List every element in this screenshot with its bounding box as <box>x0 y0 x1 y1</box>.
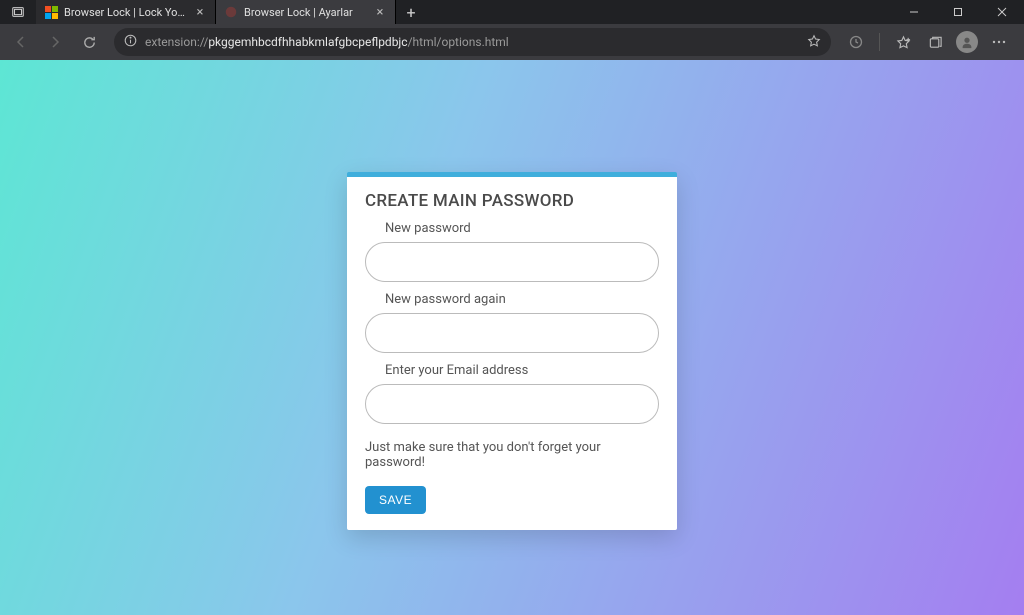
new-tab-button[interactable]: + <box>396 0 426 24</box>
window-controls <box>892 0 1024 24</box>
toolbar-right-icons <box>841 27 1018 57</box>
nav-forward-button[interactable] <box>40 27 70 57</box>
tab-close-icon[interactable]: × <box>373 5 387 19</box>
page-viewport: CREATE MAIN PASSWORD New password New pa… <box>0 60 1024 615</box>
new-password-again-input[interactable] <box>365 313 659 353</box>
card-heading: CREATE MAIN PASSWORD <box>365 191 659 211</box>
favorites-star-icon[interactable] <box>807 34 821 51</box>
collections-button[interactable] <box>920 27 950 57</box>
site-info-icon[interactable] <box>124 34 137 50</box>
email-input[interactable] <box>365 384 659 424</box>
browser-titlebar: Browser Lock | Lock Your Browse × Browse… <box>0 0 1024 24</box>
save-button[interactable]: SAVE <box>365 486 426 514</box>
url-text: extension://pkggemhbcdfhhabkmlafgbcpeflp… <box>145 35 799 49</box>
browser-tab-1[interactable]: Browser Lock | Ayarlar × <box>216 0 396 24</box>
browser-toolbar: extension://pkggemhbcdfhhabkmlafgbcpeflp… <box>0 24 1024 60</box>
window-minimize-button[interactable] <box>892 0 936 24</box>
nav-back-button[interactable] <box>6 27 36 57</box>
new-password-input[interactable] <box>365 242 659 282</box>
more-menu-button[interactable] <box>984 27 1014 57</box>
label-new-password-again: New password again <box>385 292 659 307</box>
browser-tab-0[interactable]: Browser Lock | Lock Your Browse × <box>36 0 216 24</box>
create-password-card: CREATE MAIN PASSWORD New password New pa… <box>347 172 677 530</box>
password-hint-text: Just make sure that you don't forget you… <box>365 440 659 470</box>
avatar-icon <box>956 31 978 53</box>
window-maximize-button[interactable] <box>936 0 980 24</box>
window-close-button[interactable] <box>980 0 1024 24</box>
favicon-microsoft <box>44 5 58 19</box>
nav-refresh-button[interactable] <box>74 27 104 57</box>
tab-title: Browser Lock | Lock Your Browse <box>64 6 187 19</box>
label-email: Enter your Email address <box>385 363 659 378</box>
tab-overview-button[interactable] <box>0 0 36 24</box>
profile-avatar[interactable] <box>952 27 982 57</box>
extension-icon[interactable] <box>841 27 871 57</box>
favorites-button[interactable] <box>888 27 918 57</box>
titlebar-spacer <box>426 0 892 24</box>
tab-close-icon[interactable]: × <box>193 5 207 19</box>
tab-title: Browser Lock | Ayarlar <box>244 6 367 19</box>
toolbar-divider <box>879 33 880 51</box>
address-bar[interactable]: extension://pkggemhbcdfhhabkmlafgbcpeflp… <box>114 28 831 56</box>
label-new-password: New password <box>385 221 659 236</box>
favicon-extension <box>224 5 238 19</box>
